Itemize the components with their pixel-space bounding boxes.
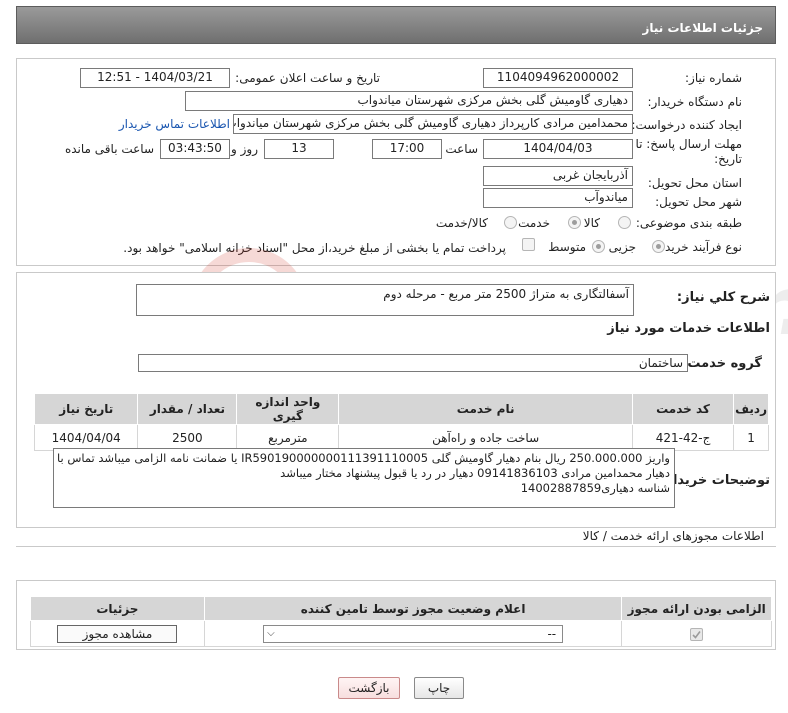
remaining-time-field: 03:43:50 — [160, 139, 230, 159]
cell-permit-required — [621, 620, 772, 647]
cell-unit: مترمربع — [236, 424, 340, 451]
services-table: رديف کد خدمت نام خدمت واحد اندازه گیری ت… — [33, 393, 769, 451]
deadline-label: مهلت ارسال پاسخ: تا — [635, 137, 742, 151]
cell-permit-details: مشاهده مجوز — [30, 620, 205, 647]
col-permit-required: الزامی بودن ارائه مجوز — [621, 596, 772, 621]
treasury-payment-checkbox[interactable] — [522, 238, 535, 251]
col-quantity: تعداد / مقدار — [137, 393, 238, 425]
category-option-goods-service: کالا/خدمت — [435, 216, 488, 230]
cell-service-name: ساخت جاده و راه‌آهن — [338, 424, 633, 451]
check-icon — [692, 630, 701, 639]
summary-textarea[interactable]: آسفالتگاری به متراژ 2500 متر مربع - مرحل… — [136, 284, 634, 316]
category-radio-service[interactable] — [568, 216, 581, 229]
deadline-time-field: 17:00 — [372, 139, 442, 159]
col-service-name: نام خدمت — [338, 393, 633, 425]
col-service-code: کد خدمت — [631, 393, 735, 425]
view-permit-button[interactable]: مشاهده مجوز — [57, 624, 178, 643]
permit-status-value: -- — [547, 626, 557, 641]
buyer-notes-textarea[interactable]: واریز 250.000.000 ریال بنام دهیار گاومیش… — [53, 448, 675, 508]
page-header: جزئیات اطلاعات نیاز — [16, 6, 776, 44]
days-label: روز و — [231, 142, 258, 156]
province-field: آذربایجان غربی — [483, 166, 633, 186]
creator-field: محمدامین مرادی کارپرداز دهیاری گاومیش گل… — [233, 114, 633, 134]
col-need-date: تاریخ نیاز — [33, 393, 139, 425]
services-section-title: اطلاعات خدمات مورد نياز — [607, 321, 770, 336]
process-option-minor: جزیی — [608, 240, 636, 254]
service-group-label: گروه خدمت: — [682, 356, 762, 371]
permits-header: اطلاعات مجوزهای ارائه خدمت / کالا — [16, 527, 776, 547]
deadline-time-label: ساعت — [445, 142, 478, 156]
buyer-notes-line-3: شناسه دهیاری14002887859 — [520, 481, 670, 495]
need-number-field: 1104094962000002 — [483, 68, 633, 88]
buyer-notes-line-2: دهیار محمدامین مرادی 09141836103 دهیار د… — [280, 466, 670, 480]
table-row: 1 ج-42-421 ساخت جاده و راه‌آهن مترمربع 2… — [33, 424, 769, 451]
category-option-service: خدمت — [518, 216, 550, 230]
city-label: شهر محل تحویل: — [655, 195, 742, 209]
buyer-org-field: دهیاری گاومیش گلی بخش مرکزی شهرستان میان… — [185, 91, 633, 111]
process-radio-minor[interactable] — [652, 240, 665, 253]
permit-required-checkbox[interactable] — [690, 627, 704, 641]
details-panel — [16, 58, 776, 266]
permits-section-title: اطلاعات مجوزهای ارائه خدمت / کالا — [582, 529, 764, 543]
col-permit-status: اعلام وضعیت مجوز توسط تامین کننده — [203, 596, 623, 621]
treasury-payment-note: پرداخت تمام یا بخشی از مبلغ خرید،از محل … — [123, 241, 506, 255]
province-label: استان محل تحویل: — [647, 176, 742, 190]
permits-table-header: الزامی بودن ارائه مجوز اعلام وضعیت مجوز … — [30, 596, 772, 621]
category-radio-goods-service[interactable] — [504, 216, 517, 229]
summary-value: آسفالتگاری به متراژ 2500 متر مربع - مرحل… — [383, 287, 629, 301]
col-permit-details: جزئیات — [30, 596, 205, 621]
buyer-notes-line-1: واریز 250.000.000 ریال بنام دهیار گاومیش… — [56, 451, 670, 465]
city-field: میاندوآب — [483, 188, 633, 208]
chevron-down-icon: ⌵ — [267, 627, 275, 639]
col-unit: واحد اندازه گیری — [236, 393, 340, 425]
process-option-medium: متوسط — [548, 240, 586, 254]
services-table-header: رديف کد خدمت نام خدمت واحد اندازه گیری ت… — [33, 393, 769, 425]
cell-service-code: ج-42-421 — [631, 424, 735, 451]
need-number-label: شماره نیاز: — [685, 71, 742, 85]
cell-need-date: 1404/04/04 — [33, 424, 139, 451]
deadline-date-field: 1404/04/03 — [483, 139, 633, 159]
category-label: طبقه بندی موضوعی: — [635, 216, 742, 230]
category-option-goods: کالا — [583, 216, 600, 230]
table-row: -- ⌵ مشاهده مجوز — [30, 620, 772, 647]
announce-field: 1404/03/21 - 12:51 — [80, 68, 230, 88]
buyer-org-label: نام دستگاه خریدار: — [647, 95, 743, 109]
remaining-days-field: 13 — [264, 139, 334, 159]
cell-permit-status: -- ⌵ — [203, 620, 623, 647]
remaining-label: ساعت باقی مانده — [64, 142, 154, 156]
cell-row-number: 1 — [733, 424, 769, 451]
permits-table: الزامی بودن ارائه مجوز اعلام وضعیت مجوز … — [30, 596, 772, 647]
buyer-notes-label: توضیحات خریدار: — [660, 473, 770, 488]
summary-label: شرح کلي نياز: — [676, 290, 770, 305]
process-label: نوع فرآیند خرید : — [657, 240, 742, 254]
announce-label: تاریخ و ساعت اعلان عمومی: — [235, 71, 380, 85]
col-row-number: رديف — [733, 393, 769, 425]
buyer-contact-link[interactable]: اطلاعات تماس خریدار — [119, 117, 230, 131]
category-radio-goods[interactable] — [618, 216, 631, 229]
process-radio-medium[interactable] — [592, 240, 605, 253]
deadline-date-label: تاریخ: — [714, 152, 742, 166]
back-button[interactable]: بازگشت — [338, 677, 400, 699]
service-group-field: ساختمان — [138, 354, 688, 372]
page-title: جزئیات اطلاعات نیاز — [642, 21, 763, 35]
creator-label: ایجاد کننده درخواست: — [631, 118, 742, 132]
cell-quantity: 2500 — [137, 424, 238, 451]
permit-status-select[interactable]: -- ⌵ — [263, 624, 564, 643]
print-button[interactable]: چاپ — [414, 677, 464, 699]
